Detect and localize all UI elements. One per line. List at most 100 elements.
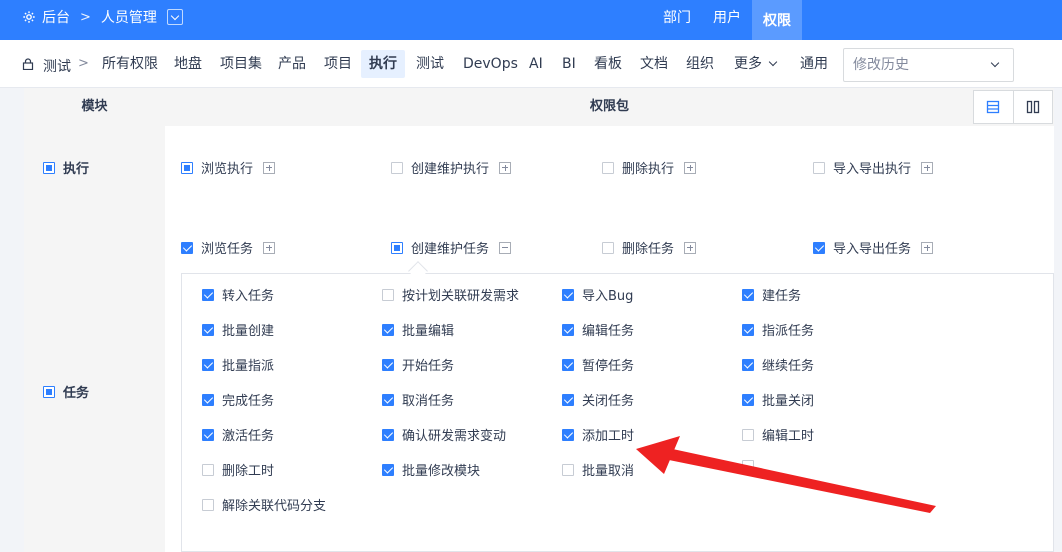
current-version-label[interactable]: 测试 [43,56,71,76]
privilege-item[interactable]: 编辑任务 [562,320,634,339]
privilege-checkbox[interactable] [202,393,214,406]
package-checkbox[interactable] [813,161,825,174]
nav-department[interactable]: 部门 [652,0,702,34]
privilege-checkbox[interactable] [202,428,214,441]
privilege-item-add-effort[interactable]: 添加工时 [562,425,634,444]
tab-product[interactable]: 产品 [270,50,314,78]
privilege-checkbox[interactable] [742,460,754,472]
privilege-checkbox[interactable] [742,358,754,371]
tab-ai[interactable]: AI [521,50,551,78]
privilege-checkbox[interactable] [382,288,394,301]
expand-icon[interactable] [684,161,697,174]
nav-privilege[interactable]: 权限 [752,0,802,40]
privilege-checkbox[interactable] [742,288,754,301]
privilege-checkbox[interactable] [742,323,754,336]
package-manage-task[interactable]: 创建维护任务 [391,238,512,257]
privilege-item[interactable]: 批量关闭 [742,390,814,409]
package-checkbox[interactable] [391,241,403,254]
privilege-checkbox[interactable] [562,393,574,406]
nav-user[interactable]: 用户 [702,0,752,34]
expand-icon[interactable] [921,161,934,174]
privilege-item[interactable] [742,460,762,472]
package-manage-execution[interactable]: 创建维护执行 [391,158,512,177]
privilege-checkbox[interactable] [382,463,394,476]
privilege-checkbox[interactable] [382,428,394,441]
privilege-item[interactable]: 删除工时 [202,460,274,479]
gear-icon[interactable] [22,10,36,24]
tab-qa[interactable]: 测试 [408,50,452,78]
package-delete-task[interactable]: 删除任务 [602,238,697,257]
privilege-checkbox[interactable] [202,463,214,476]
collapse-icon[interactable] [499,241,512,254]
package-delete-execution[interactable]: 删除执行 [602,158,697,177]
privilege-checkbox[interactable] [562,428,574,441]
tab-all[interactable]: 所有权限 [94,50,166,78]
package-checkbox[interactable] [602,161,614,174]
expand-icon[interactable] [263,241,276,254]
privilege-checkbox[interactable] [202,498,214,511]
privilege-checkbox[interactable] [742,393,754,406]
package-checkbox[interactable] [391,161,403,174]
privilege-item[interactable]: 暂停任务 [562,355,634,374]
privilege-item[interactable]: 批量修改模块 [382,460,480,479]
tab-my[interactable]: 地盘 [166,50,210,78]
privilege-checkbox[interactable] [202,288,214,301]
tab-program[interactable]: 项目集 [212,50,270,78]
privilege-checkbox[interactable] [382,393,394,406]
privilege-checkbox[interactable] [562,288,574,301]
privilege-item[interactable]: 激活任务 [202,425,274,444]
privilege-item[interactable]: 取消任务 [382,390,454,409]
privilege-item[interactable]: 批量创建 [202,320,274,339]
package-browse-execution[interactable]: 浏览执行 [181,158,276,177]
privilege-item[interactable]: 批量取消 [562,460,634,479]
expand-icon[interactable] [684,241,697,254]
package-import-export-task[interactable]: 导入导出任务 [813,238,934,257]
privilege-item[interactable]: 导入Bug [562,285,633,304]
privilege-checkbox[interactable] [202,358,214,371]
privilege-item[interactable]: 转入任务 [202,285,274,304]
privilege-item[interactable]: 按计划关联研发需求 [382,285,519,304]
privilege-checkbox[interactable] [382,358,394,371]
package-checkbox[interactable] [181,241,193,254]
privilege-checkbox[interactable] [202,323,214,336]
privilege-item[interactable]: 批量指派 [202,355,274,374]
expand-icon[interactable] [499,161,512,174]
privilege-checkbox[interactable] [562,358,574,371]
privilege-item[interactable]: 建任务 [742,285,801,304]
privilege-item[interactable]: 继续任务 [742,355,814,374]
history-select[interactable]: 修改历史 [843,48,1014,82]
privilege-item[interactable]: 开始任务 [382,355,454,374]
tab-general[interactable]: 通用 [792,50,836,78]
package-checkbox[interactable] [813,241,825,254]
privilege-item[interactable]: 批量编辑 [382,320,454,339]
privilege-checkbox[interactable] [382,323,394,336]
privilege-item[interactable]: 指派任务 [742,320,814,339]
tab-execution[interactable]: 执行 [361,50,405,78]
package-browse-task[interactable]: 浏览任务 [181,238,276,257]
package-import-export-execution[interactable]: 导入导出执行 [813,158,934,177]
tab-devops[interactable]: DevOps [455,50,526,78]
privilege-checkbox[interactable] [562,463,574,476]
module-execution[interactable]: 执行 [43,158,89,177]
tab-org[interactable]: 组织 [678,50,722,78]
package-checkbox[interactable] [602,241,614,254]
module-checkbox[interactable] [43,161,55,174]
tab-project[interactable]: 项目 [316,50,360,78]
privilege-item[interactable]: 完成任务 [202,390,274,409]
privilege-checkbox[interactable] [742,428,754,441]
privilege-item[interactable]: 编辑工时 [742,425,814,444]
expand-icon[interactable] [921,241,934,254]
tab-kanban[interactable]: 看板 [586,50,630,78]
home-link[interactable]: 后台 [42,7,70,27]
list-view-button[interactable] [974,91,1014,123]
package-checkbox[interactable] [181,161,193,174]
expand-icon[interactable] [263,161,276,174]
tab-bi[interactable]: BI [554,50,584,78]
tab-doc[interactable]: 文档 [632,50,676,78]
privilege-checkbox[interactable] [562,323,574,336]
module-task[interactable]: 任务 [43,382,89,401]
column-view-button[interactable] [1014,91,1053,123]
section-dropdown-button[interactable] [166,9,183,25]
privilege-item[interactable]: 解除关联代码分支 [202,495,326,514]
privilege-item[interactable]: 确认研发需求变动 [382,425,506,444]
